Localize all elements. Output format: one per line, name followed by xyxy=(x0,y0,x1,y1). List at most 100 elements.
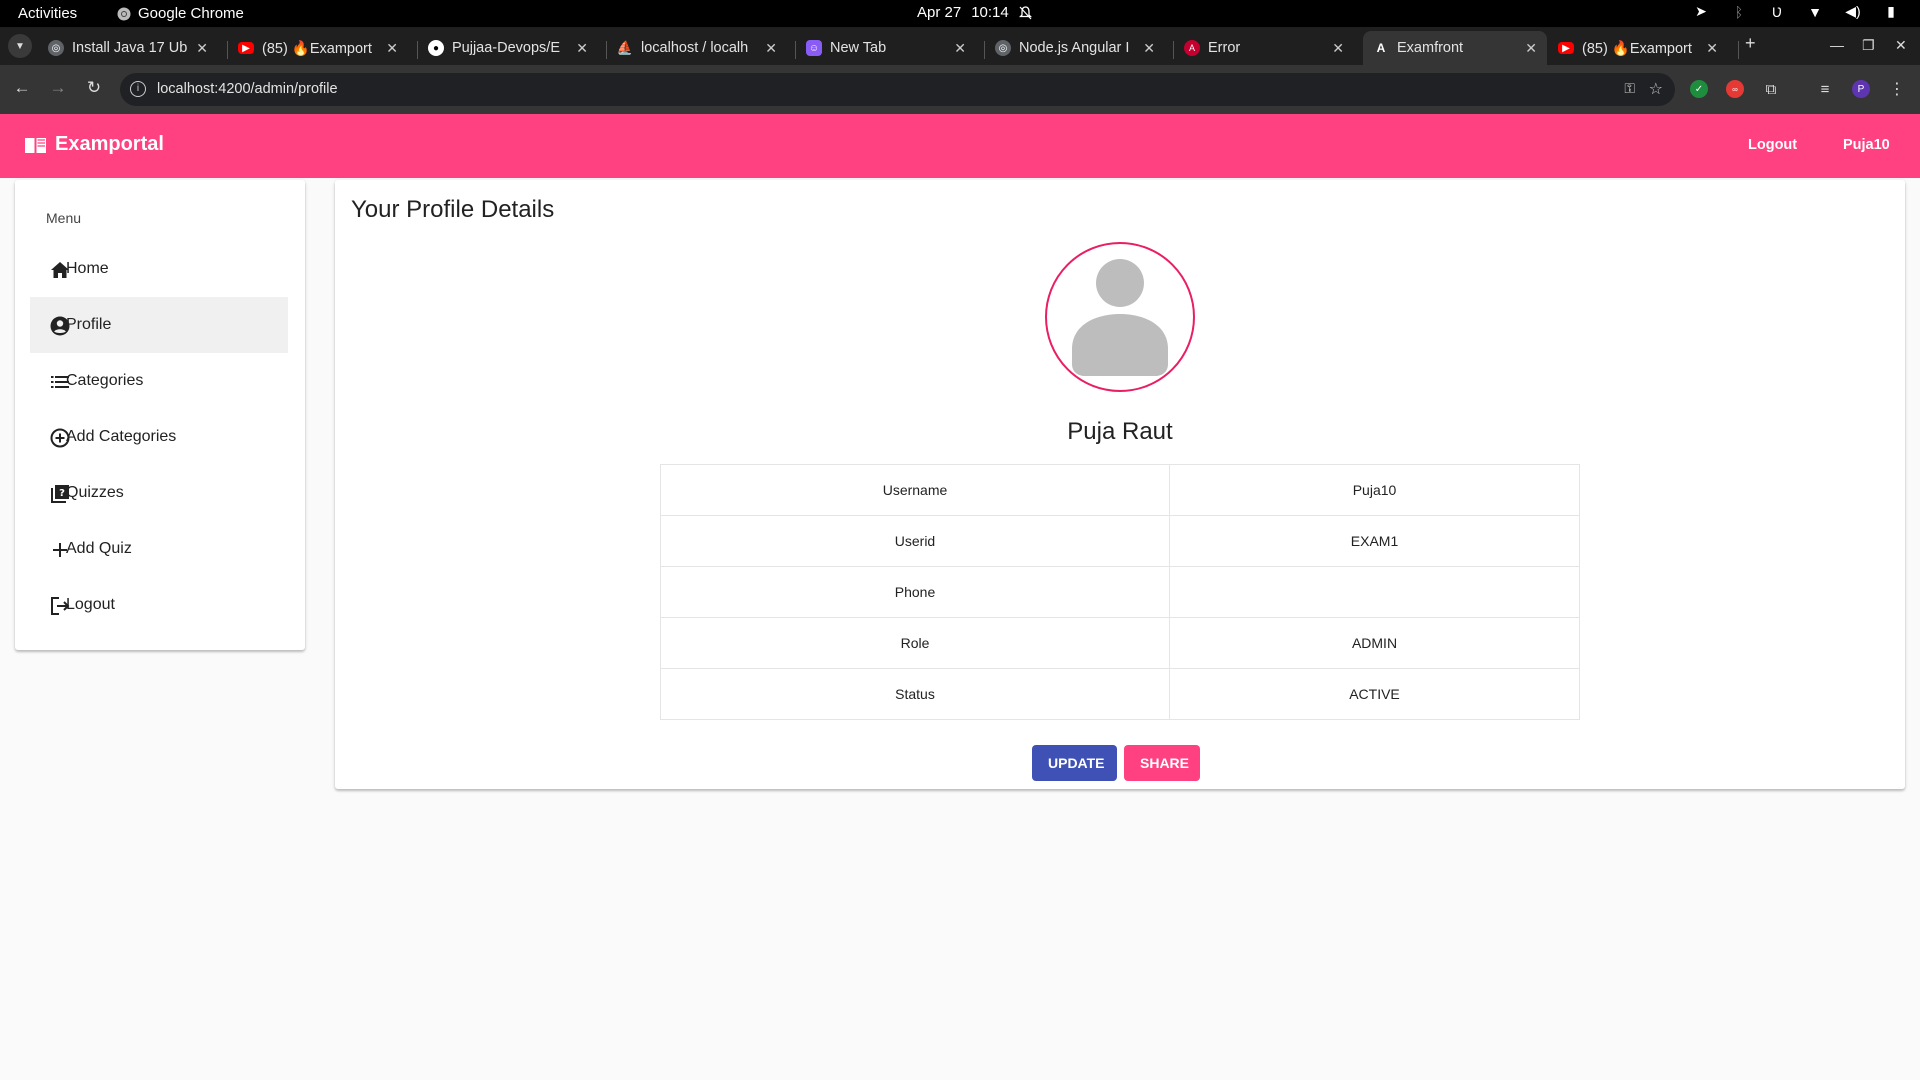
browser-toolbar: ← → ↻ i localhost:4200/admin/profile ⚿ ☆… xyxy=(0,65,1920,114)
sidebar-item-categories[interactable]: Categories xyxy=(30,353,288,409)
restore-button[interactable]: ❐ xyxy=(1862,37,1875,54)
person-icon xyxy=(1072,259,1168,376)
sidebar-item-logout[interactable]: Logout xyxy=(30,577,288,633)
plus-icon xyxy=(53,543,67,557)
avatar xyxy=(1045,242,1195,392)
forward-button[interactable]: → xyxy=(47,78,69,98)
tab-title: localhost / localh xyxy=(641,40,749,56)
row-value: ADMIN xyxy=(1169,617,1580,669)
tab-title: New Tab xyxy=(830,40,887,56)
app-menu[interactable]: Google Chrome xyxy=(117,5,244,22)
sidebar-item-quizzes[interactable]: ? Quizzes xyxy=(30,465,288,521)
youtube-icon: ▶ xyxy=(1558,42,1574,54)
close-icon[interactable]: ✕ xyxy=(1332,40,1344,57)
telegram-icon[interactable]: ➤ xyxy=(1692,3,1710,20)
u-app-icon[interactable]: Ʋ xyxy=(1768,4,1786,20)
table-row: Username Puja10 xyxy=(660,464,1580,516)
tab-title: (85) 🔥Examport xyxy=(262,40,372,57)
site-info-icon[interactable]: i xyxy=(130,81,146,97)
extension-red-icon[interactable]: ∞ xyxy=(1726,80,1744,98)
tab-title: (85) 🔥Examport xyxy=(1582,40,1692,57)
system-top-bar: Activities Google Chrome Apr 27 10:14 ➤ … xyxy=(0,0,1920,27)
row-label: Phone xyxy=(660,566,1170,618)
tab-title: Node.js Angular I xyxy=(1019,40,1130,56)
url-text[interactable]: localhost:4200/admin/profile xyxy=(157,81,338,97)
sidebar-item-label: Categories xyxy=(66,372,144,389)
github-icon: ● xyxy=(428,40,444,56)
navbar-logout-link[interactable]: Logout xyxy=(1748,137,1797,153)
extension-shield-icon[interactable]: ✓ xyxy=(1690,80,1708,98)
tab[interactable]: ◎ Install Java 17 Ub ✕ xyxy=(38,31,218,65)
table-row: Userid EXAM1 xyxy=(660,515,1580,567)
globe-icon: ◎ xyxy=(995,40,1011,56)
tab-title: Pujjaa-Devops/E xyxy=(452,40,560,56)
volume-icon[interactable]: ◀) xyxy=(1844,3,1862,20)
share-button[interactable]: SHARE xyxy=(1124,745,1200,781)
address-bar[interactable]: i localhost:4200/admin/profile ⚿ ☆ xyxy=(120,73,1675,106)
close-window-button[interactable]: ✕ xyxy=(1895,37,1907,54)
password-key-icon[interactable]: ⚿ xyxy=(1624,80,1635,97)
close-icon[interactable]: ✕ xyxy=(196,40,208,57)
close-icon[interactable]: ✕ xyxy=(1525,40,1537,57)
tab-active[interactable]: A Examfront ✕ xyxy=(1363,31,1547,65)
sidebar-item-profile[interactable]: Profile xyxy=(30,297,288,353)
chrome-menu-icon[interactable]: ⋮ xyxy=(1888,80,1906,98)
tab-search-button[interactable]: ▼ xyxy=(8,34,32,58)
brand-name: Examportal xyxy=(55,133,164,155)
bookmark-star-icon[interactable]: ☆ xyxy=(1649,79,1663,99)
sidebar-item-label: Logout xyxy=(66,596,115,613)
tab-title: Install Java 17 Ub xyxy=(72,40,188,56)
tab[interactable]: ◎ Node.js Angular I ✕ xyxy=(985,31,1165,65)
clock[interactable]: Apr 27 10:14 xyxy=(917,4,1032,21)
angular-icon: A xyxy=(1376,41,1386,55)
reload-button[interactable]: ↻ xyxy=(83,78,105,98)
quiz-icon: ? xyxy=(51,485,69,503)
wifi-icon[interactable]: ▼ xyxy=(1806,4,1824,20)
bluetooth-icon[interactable]: ᛒ xyxy=(1730,4,1748,20)
battery-icon[interactable]: ▮ xyxy=(1882,3,1900,20)
close-icon[interactable]: ✕ xyxy=(576,40,588,57)
svg-text:?: ? xyxy=(59,488,65,499)
profile-avatar[interactable]: P xyxy=(1852,80,1870,98)
app-name: Google Chrome xyxy=(138,5,244,22)
sidebar-item-label: Home xyxy=(66,260,109,277)
sidebar-item-add-categories[interactable]: Add Categories xyxy=(30,409,288,465)
row-value: Puja10 xyxy=(1169,464,1580,516)
sidebar-item-label: Add Quiz xyxy=(66,540,132,557)
update-button[interactable]: UPDATE xyxy=(1032,745,1117,781)
sidebar-item-home[interactable]: Home xyxy=(30,241,288,297)
close-icon[interactable]: ✕ xyxy=(954,40,966,57)
close-icon[interactable]: ✕ xyxy=(386,40,398,57)
globe-icon: ◎ xyxy=(48,40,64,56)
clock-date: Apr 27 xyxy=(917,4,962,21)
tab[interactable]: ⛵ localhost / localh ✕ xyxy=(607,31,787,65)
new-tab-button[interactable]: + xyxy=(1745,33,1756,54)
extensions-puzzle-icon[interactable]: ⧉ xyxy=(1762,80,1780,98)
tab-strip: ▼ ◎ Install Java 17 Ub ✕ ▶ (85) 🔥Exampor… xyxy=(0,27,1920,65)
tab[interactable]: ▶ (85) 🔥Examport ✕ xyxy=(228,31,408,65)
sidebar-item-label: Add Categories xyxy=(66,428,177,445)
close-icon[interactable]: ✕ xyxy=(1706,40,1718,57)
row-label: Status xyxy=(660,668,1170,720)
tab[interactable]: ▶ (85) 🔥Examport ✕ xyxy=(1548,31,1728,65)
system-tray[interactable]: ➤ ᛒ Ʋ ▼ ◀) ▮ xyxy=(1692,3,1900,20)
tab[interactable]: A Error ✕ xyxy=(1174,31,1354,65)
activities-button[interactable]: Activities xyxy=(18,5,77,22)
tab[interactable]: ● Pujjaa-Devops/E ✕ xyxy=(418,31,598,65)
tab[interactable]: ☺ New Tab ✕ xyxy=(796,31,976,65)
media-queue-icon[interactable]: ≡ xyxy=(1816,80,1834,98)
angular-icon: A xyxy=(1184,40,1200,56)
row-value: EXAM1 xyxy=(1169,515,1580,567)
sidebar-item-add-quiz[interactable]: Add Quiz xyxy=(30,521,288,577)
close-icon[interactable]: ✕ xyxy=(1143,40,1155,57)
navbar-username-link[interactable]: Puja10 xyxy=(1843,137,1890,153)
close-icon[interactable]: ✕ xyxy=(765,40,777,57)
tab-title: Error xyxy=(1208,40,1241,56)
back-button[interactable]: ← xyxy=(11,78,33,98)
minimize-button[interactable]: — xyxy=(1830,37,1844,53)
table-row: Status ACTIVE xyxy=(660,668,1580,720)
newtab-icon: ☺ xyxy=(806,40,822,56)
list-icon xyxy=(51,376,69,388)
tab-title: Examfront xyxy=(1397,40,1464,56)
brand[interactable]: Examportal xyxy=(24,133,164,156)
